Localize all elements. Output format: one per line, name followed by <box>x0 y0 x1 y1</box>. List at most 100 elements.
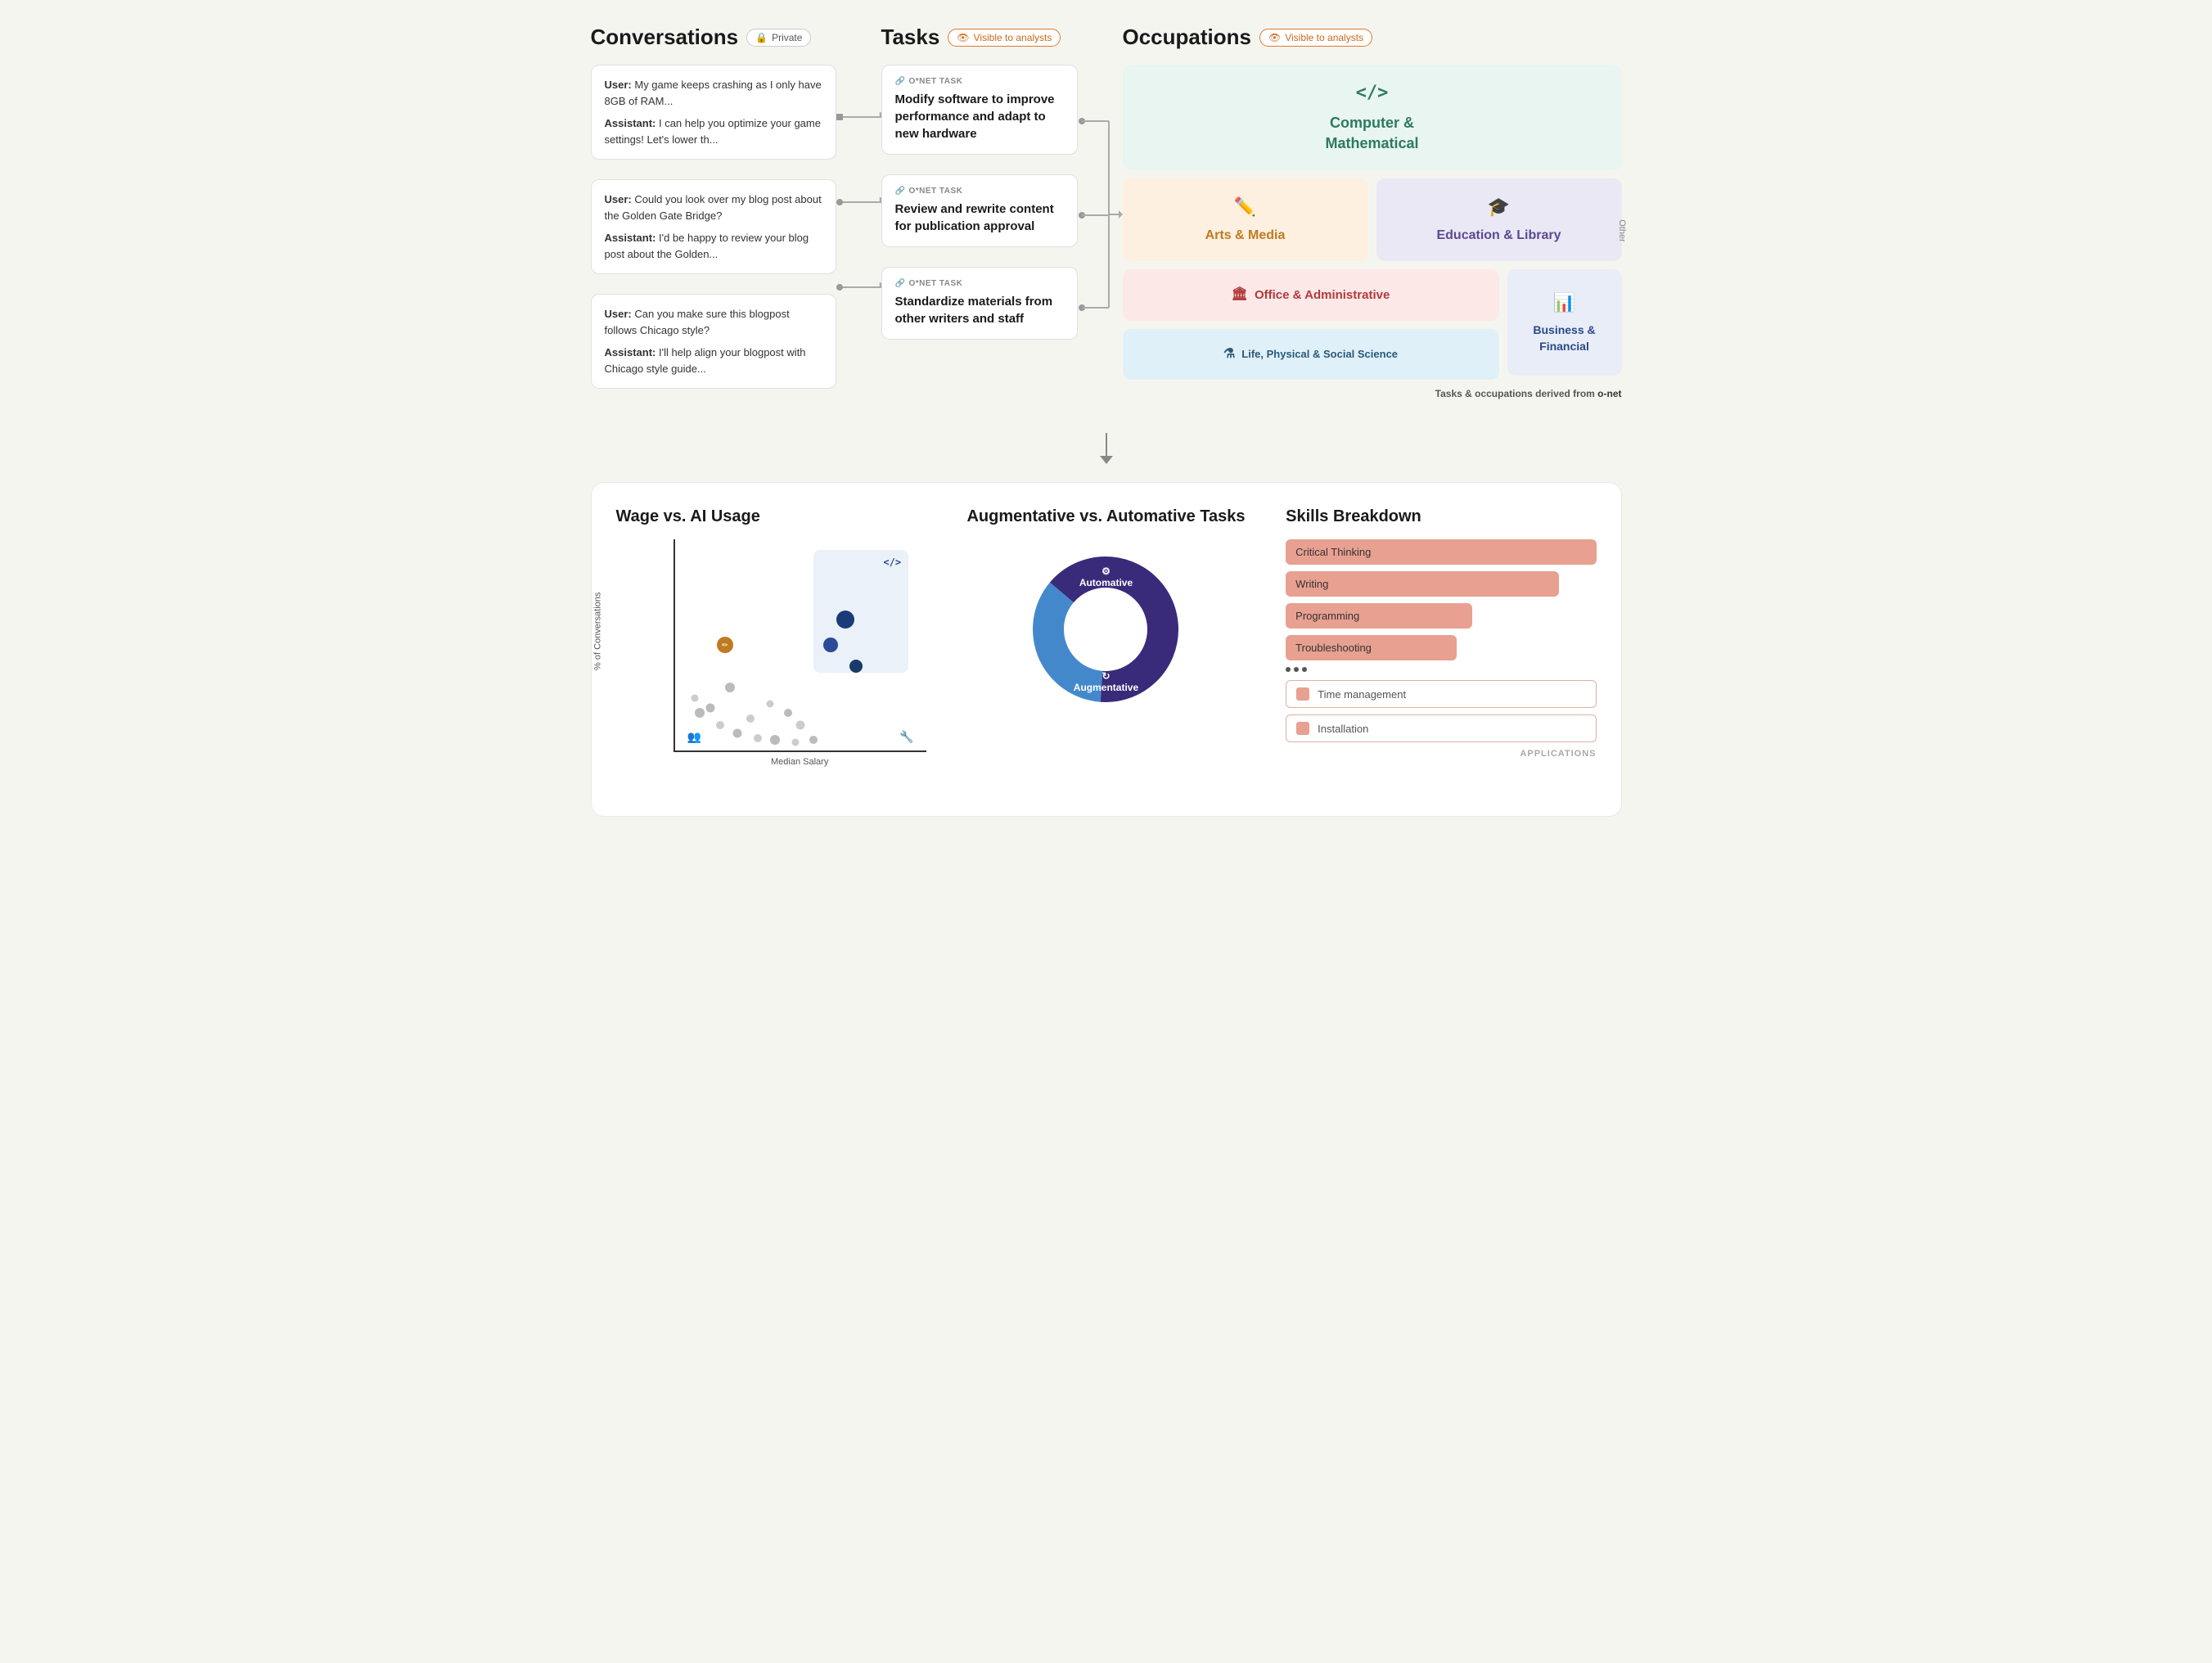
occ-name-business: Business &Financial <box>1533 322 1595 354</box>
occupations-title: Occupations <box>1123 25 1251 50</box>
x-axis-label: Median Salary <box>674 757 926 767</box>
conversation-user-2: User: Could you look over my blog post a… <box>605 192 822 223</box>
scatter-dot-large-2 <box>823 638 838 652</box>
occupations-header: Occupations 👁 Visible to analysts <box>1123 25 1622 50</box>
scatter-dot-large-3 <box>849 660 863 673</box>
tasks-title: Tasks <box>881 25 940 50</box>
refresh-icon-augmentative: ↻ <box>1074 670 1138 682</box>
link-icon-2: 🔗 <box>895 187 906 196</box>
gray-dot-3 <box>733 729 742 738</box>
occ-business-other-col: 📊 Business &Financial <box>1507 269 1622 380</box>
down-arrow-container <box>591 433 1622 466</box>
gray-dot-10 <box>746 714 755 723</box>
gray-dot-9 <box>705 704 714 713</box>
computer-icon: </> <box>1356 81 1389 106</box>
occ-row-arts-edu: ✏️ Arts & Media 🎓 Education & Library <box>1123 178 1622 261</box>
task-card-1[interactable]: 🔗 O*NET TASK Modify software to improve … <box>881 65 1078 155</box>
task-text-1: Modify software to improve performance a… <box>895 91 1064 142</box>
gray-dot-2 <box>716 721 724 729</box>
conversations-badge: 🔒 Private <box>746 29 811 47</box>
scatter-icon-left: 👥 <box>687 730 701 744</box>
gray-dot-11 <box>725 683 735 692</box>
connector-row-3: ▶ <box>836 250 881 324</box>
conversations-header: Conversations 🔒 Private <box>591 25 836 50</box>
donut-container: ⚙ Automative ↻ Augmentative <box>1024 548 1187 711</box>
dot-2 <box>836 199 843 205</box>
link-icon-1: 🔗 <box>895 77 906 86</box>
scatter-plot: </> ✏ 👥 🔧 <box>674 539 926 752</box>
highlight-box <box>813 550 909 673</box>
arts-icon: ✏️ <box>1234 195 1256 220</box>
swatch-installation <box>1296 722 1309 735</box>
gray-dot-8 <box>692 694 699 701</box>
conversation-card-1[interactable]: User: My game keeps crashing as I only h… <box>591 65 836 160</box>
occupations-column: Occupations 👁 Visible to analysts </> Co… <box>1123 25 1622 399</box>
conversation-card-2[interactable]: User: Could you look over my blog post a… <box>591 179 836 274</box>
arrow-3: ▶ <box>843 286 881 288</box>
dot-1 <box>1286 667 1291 672</box>
occ-card-computer[interactable]: </> Computer &Mathematical <box>1123 65 1622 170</box>
occ-row-office-business: 🏛 Office & Administrative ⚗ Life, Physic… <box>1123 269 1622 380</box>
automative-label: ⚙ Automative <box>1079 566 1133 588</box>
education-icon: 🎓 <box>1488 195 1510 220</box>
occ-card-arts[interactable]: ✏️ Arts & Media <box>1123 178 1368 261</box>
conversation-assistant-3: Assistant: I'll help align your blogpost… <box>605 345 822 376</box>
task-card-3[interactable]: 🔗 O*NET TASK Standardize materials from … <box>881 267 1078 340</box>
conv-to-task-connectors: ▶ ▶ ▶ <box>836 25 881 324</box>
top-section: Conversations 🔒 Private User: My game ke… <box>591 25 1622 408</box>
wage-chart-wrapper: % of Conversations </> ✏ 👥 🔧 <box>616 539 926 791</box>
task-card-2[interactable]: 🔗 O*NET TASK Review and rewrite content … <box>881 174 1078 247</box>
occ-card-education[interactable]: 🎓 Education & Library <box>1376 178 1622 261</box>
link-icon-3: 🔗 <box>895 279 906 288</box>
dot-3 <box>836 284 843 291</box>
gray-dot-6 <box>792 738 800 746</box>
task-label-2: 🔗 O*NET TASK <box>895 187 1064 196</box>
gray-dot-1 <box>695 708 705 718</box>
office-icon: 🏛 <box>1232 286 1248 304</box>
conversation-assistant-1: Assistant: I can help you optimize your … <box>605 115 822 147</box>
arrow-2: ▶ <box>843 201 881 203</box>
eye-icon-occ: 👁 <box>1268 32 1281 43</box>
occ-card-business[interactable]: 📊 Business &Financial <box>1507 269 1622 376</box>
occ-office-life-col: 🏛 Office & Administrative ⚗ Life, Physic… <box>1123 269 1499 380</box>
skill-outline-time: Time management <box>1286 680 1596 708</box>
gray-dot-4 <box>754 734 762 742</box>
wage-chart-title: Wage vs. AI Usage <box>616 507 926 526</box>
donut-chart-area: Augmentative vs. Automative Tasks <box>951 507 1261 791</box>
scatter-dot-arts: ✏ <box>717 637 733 653</box>
augmentative-label: ↻ Augmentative <box>1074 670 1138 693</box>
task-to-occ-connectors <box>1078 25 1123 363</box>
skill-bar-writing: Writing <box>1286 571 1559 597</box>
bracket-svg <box>1078 80 1123 358</box>
skill-bar-critical-thinking: Critical Thinking <box>1286 539 1596 565</box>
donut-chart-title: Augmentative vs. Automative Tasks <box>966 507 1245 526</box>
scatter-dot-large-1 <box>836 611 854 629</box>
connector-row-1: ▶ <box>836 80 881 154</box>
task-label-1: 🔗 O*NET TASK <box>895 77 1064 86</box>
skills-title: Skills Breakdown <box>1286 507 1596 526</box>
occ-card-office[interactable]: 🏛 Office & Administrative <box>1123 269 1499 320</box>
conversation-user-3: User: Can you make sure this blogpost fo… <box>605 306 822 338</box>
dot-1 <box>836 114 843 120</box>
main-container: Conversations 🔒 Private User: My game ke… <box>591 25 1622 817</box>
tasks-column: Tasks 👁 Visible to analysts 🔗 O*NET TASK… <box>881 25 1078 359</box>
gray-dot-12 <box>767 701 774 708</box>
gray-dot-14 <box>796 721 805 730</box>
skills-breakdown-area: Skills Breakdown Critical Thinking Writi… <box>1286 507 1596 791</box>
occ-card-life[interactable]: ⚗ Life, Physical & Social Science <box>1123 329 1499 380</box>
dot-2 <box>1294 667 1299 672</box>
down-arrow-svg <box>1094 433 1119 466</box>
gray-dot-13 <box>784 709 792 717</box>
skill-bar-troubleshooting: Troubleshooting <box>1286 635 1457 660</box>
computer-scatter-label: </> <box>883 557 901 568</box>
conversations-title: Conversations <box>591 25 739 50</box>
conversation-card-3[interactable]: User: Can you make sure this blogpost fo… <box>591 294 836 389</box>
tasks-header: Tasks 👁 Visible to analysts <box>881 25 1078 50</box>
conversations-column: Conversations 🔒 Private User: My game ke… <box>591 25 836 408</box>
lock-icon: 🔒 <box>755 32 768 43</box>
gray-dot-7 <box>809 736 818 744</box>
gray-dot-5 <box>770 735 780 745</box>
y-axis-label: % of Conversations <box>592 593 602 670</box>
applications-label: APPLICATIONS <box>1286 749 1596 759</box>
connector-row-2: ▶ <box>836 154 881 250</box>
